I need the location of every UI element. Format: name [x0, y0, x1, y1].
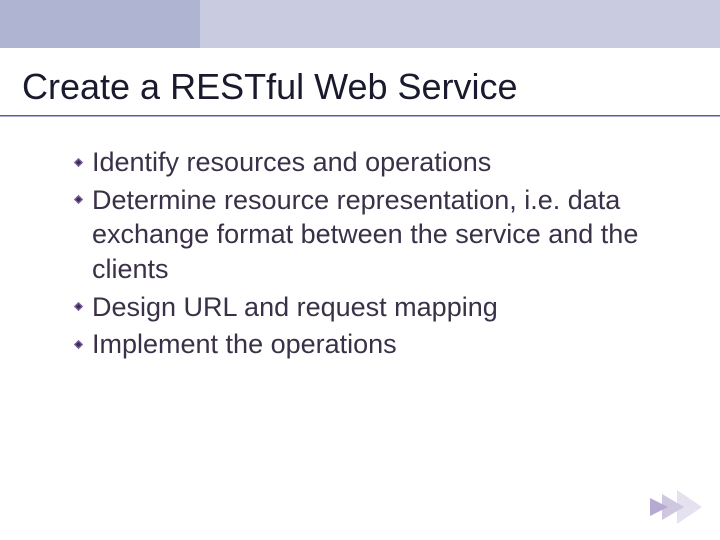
bullet-list: Identify resources and operations Determ… [22, 145, 698, 361]
list-item: Identify resources and operations [72, 145, 698, 180]
list-item: Design URL and request mapping [72, 290, 698, 325]
list-item-text: Design URL and request mapping [92, 292, 498, 322]
list-item-text: Identify resources and operations [92, 147, 491, 177]
slide-header-bar [0, 0, 720, 48]
diamond-bullet-icon [72, 193, 85, 206]
list-item-text: Implement the operations [92, 329, 397, 359]
slide-body: Create a RESTful Web Service Identify re… [0, 48, 720, 383]
list-item: Determine resource representation, i.e. … [72, 183, 698, 287]
slide-title: Create a RESTful Web Service [22, 66, 698, 117]
corner-decoration-icon [646, 486, 702, 528]
list-item: Implement the operations [72, 327, 698, 362]
diamond-bullet-icon [72, 156, 85, 169]
diamond-bullet-icon [72, 338, 85, 351]
list-item-text: Determine resource representation, i.e. … [92, 185, 638, 284]
slide-title-text: Create a RESTful Web Service [22, 66, 518, 107]
diamond-bullet-icon [72, 300, 85, 313]
title-underline [0, 115, 720, 117]
